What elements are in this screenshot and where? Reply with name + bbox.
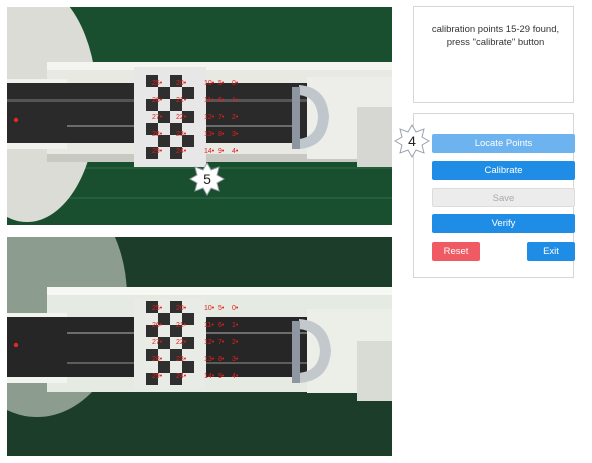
marker-label: 24• [176,148,187,155]
marker-label: 12• [204,114,215,121]
marker-label: 6• [218,322,225,329]
marker-label: 0• [232,80,239,87]
marker-label: 3• [232,131,239,138]
marker-label: 7• [218,339,225,346]
marker-label: 1• [232,322,239,329]
reset-button[interactable]: Reset [432,242,480,261]
marker-label: 1• [232,97,239,104]
marker-label: 26• [152,322,163,329]
controls-panel: Locate Points Calibrate Save Verify Rese… [413,113,575,278]
marker-label: 9• [218,148,225,155]
marker-label: 25• [152,80,163,87]
verify-button[interactable]: Verify [432,214,575,233]
calibrate-button[interactable]: Calibrate [432,161,575,180]
marker-label: 5• [218,305,225,312]
marker-label: 23• [176,356,187,363]
marker-label: 13• [204,356,215,363]
checkerboard-bottom [134,299,206,389]
marker-label: 22• [176,339,187,346]
marker-label: 10• [204,305,215,312]
marker-label: 10• [204,80,215,87]
marker-label: 12• [204,339,215,346]
marker-label: 21• [176,322,187,329]
marker-label: 9• [218,373,225,380]
marker-label: 27• [152,339,163,346]
marker-label: 8• [218,131,225,138]
status-message: calibration points 15-29 found, press "c… [431,24,560,48]
marker-label: 11• [204,97,214,104]
bottom-camera-image: 10• 5• 0• 11• 6• 1• 12• 7• 2• 13• 8• 3• 14• 9• 4• 25• 20… [7,237,392,456]
marker-label: 29• [152,373,163,380]
marker-label: 26• [152,97,163,104]
marker-label: 8• [218,356,225,363]
marker-label: 29• [152,148,163,155]
marker-label: 24• [176,373,187,380]
checkerboard-top [134,67,206,167]
marker-label: 27• [152,114,163,121]
status-panel: calibration points 15-29 found, press "c… [413,6,574,103]
locate-points-button[interactable]: Locate Points [432,134,575,153]
marker-label: 6• [218,97,225,104]
marker-label: 25• [152,305,163,312]
save-button[interactable]: Save [432,188,575,207]
marker-label: 4• [232,148,239,155]
marker-label: 14• [204,373,215,380]
marker-label: 20• [176,80,187,87]
marker-label: 5• [218,80,225,87]
marker-label: 11• [204,322,214,329]
marker-label: 28• [152,356,163,363]
callout-number: 4 [408,133,416,149]
callout-badge-5: 5 [188,161,226,197]
marker-label: 7• [218,114,225,121]
marker-label: 14• [204,148,215,155]
marker-label: 28• [152,131,163,138]
marker-label: 22• [176,114,187,121]
marker-label: 23• [176,131,187,138]
marker-label: 21• [176,97,187,104]
marker-label: 4• [232,373,239,380]
marker-label: 20• [176,305,187,312]
marker-label: 3• [232,356,239,363]
exit-button[interactable]: Exit [527,242,575,261]
marker-label: 0• [232,305,239,312]
bottom-camera-view: 10• 5• 0• 11• 6• 1• 12• 7• 2• 13• 8• 3• 14• 9• 4• 25• 20… [7,237,392,456]
callout-number: 5 [203,171,211,187]
callout-badge-4: 4 [393,123,431,159]
marker-label: 13• [204,131,215,138]
marker-label: 2• [232,114,239,121]
marker-label: 2• [232,339,239,346]
